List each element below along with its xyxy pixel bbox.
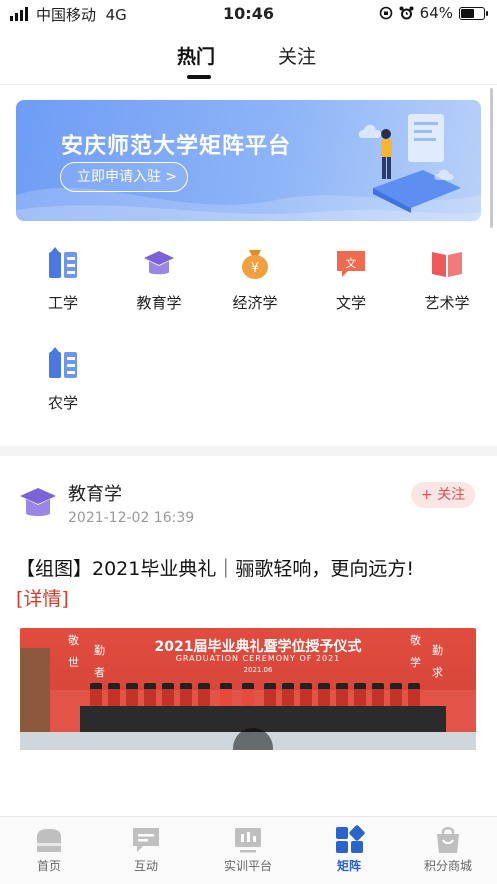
- apply-join-button[interactable]: 立即申请入驻 >: [60, 162, 188, 192]
- image-side-char: 世: [68, 656, 79, 669]
- image-side-char: 勤: [94, 644, 105, 657]
- category-label: 工学: [47, 294, 78, 312]
- category-art[interactable]: 艺术学: [399, 246, 495, 313]
- section-separator: [0, 446, 497, 456]
- home-icon: [37, 829, 61, 852]
- battery-icon: [459, 6, 488, 20]
- post-timestamp: 2021-12-02 16:39: [68, 510, 195, 526]
- promo-banner[interactable]: 安庆师范大学矩阵平台 立即申请入驻 >: [16, 100, 481, 221]
- image-subheading: GRADUATION CEREMONY OF 2021: [175, 654, 341, 663]
- image-side-char: 者: [94, 666, 105, 679]
- category-label: 教育学: [136, 294, 182, 312]
- header-divider: [0, 84, 497, 85]
- nav-label: 首页: [36, 859, 61, 873]
- detail-link[interactable]: [详情]: [16, 584, 69, 614]
- post-author[interactable]: 教育学: [68, 480, 122, 506]
- category-literature[interactable]: 文 文学: [303, 246, 399, 313]
- orientation-lock-icon: [379, 6, 392, 20]
- training-icon: [235, 828, 261, 853]
- image-side-char: 敬: [410, 634, 421, 647]
- category-label: 农学: [47, 394, 78, 412]
- nav-points-mall[interactable]: 积分商城: [403, 825, 493, 874]
- top-tabs: 热门 关注: [0, 40, 497, 82]
- category-education[interactable]: 教育学: [111, 246, 207, 313]
- post-image[interactable]: 2021届毕业典礼暨学位授予仪式 GRADUATION CEREMONY OF …: [20, 628, 476, 750]
- nav-label: 矩阵: [336, 859, 361, 873]
- engineering-icon: [49, 247, 77, 278]
- graduation-cap-icon: [144, 251, 174, 275]
- category-label: 艺术学: [424, 294, 470, 312]
- image-date: 2021.06: [243, 666, 273, 674]
- art-book-icon: [432, 252, 462, 277]
- bottom-nav: 首页 互动 实训平台 矩阵 积分商城: [0, 816, 497, 884]
- category-label: 经济学: [232, 294, 278, 312]
- post-title[interactable]: 【组图】2021毕业典礼｜骊歌轻响，更向远方!: [16, 554, 482, 584]
- chevron-right-icon: >: [165, 169, 177, 185]
- status-bar: 中国移动 4G 10:46 64%: [0, 0, 497, 28]
- image-side-char: 求: [432, 666, 443, 679]
- matrix-icon: [336, 825, 365, 853]
- active-tab-indicator: [187, 75, 211, 79]
- nav-label: 积分商城: [423, 859, 472, 873]
- banner-title: 安庆师范大学矩阵平台: [61, 134, 292, 159]
- nav-interaction[interactable]: 互动: [101, 825, 191, 874]
- image-side-char: 敬: [68, 634, 79, 647]
- image-side-char: 勤: [432, 644, 443, 657]
- image-side-char: 学: [410, 656, 421, 669]
- nav-label: 实训平台: [223, 859, 272, 873]
- nav-home[interactable]: 首页: [4, 825, 94, 874]
- money-bag-icon: ¥: [242, 250, 268, 279]
- nav-label: 互动: [133, 859, 158, 873]
- svg-text:文: 文: [346, 256, 357, 270]
- battery-percent: 64%: [419, 4, 453, 22]
- banner-illustration: [358, 114, 461, 213]
- chat-icon: [133, 828, 159, 852]
- speech-bubble-icon: 文: [337, 251, 365, 277]
- tab-following[interactable]: 关注: [278, 42, 316, 69]
- follow-button[interactable]: + 关注: [411, 482, 475, 508]
- category-agriculture[interactable]: 农学: [15, 346, 111, 413]
- scrollbar[interactable]: [490, 88, 493, 228]
- tab-hot[interactable]: 热门: [177, 42, 215, 69]
- category-label: 文学: [335, 294, 366, 312]
- nav-matrix[interactable]: 矩阵: [304, 825, 394, 874]
- image-heading: 2021届毕业典礼暨学位授予仪式: [154, 639, 362, 655]
- alarm-icon: [399, 6, 414, 19]
- avatar[interactable]: [18, 482, 58, 522]
- shopping-bag-icon: [437, 827, 459, 853]
- svg-text:¥: ¥: [251, 261, 259, 276]
- category-engineering[interactable]: 工学: [15, 246, 111, 313]
- agriculture-icon: [49, 347, 77, 378]
- category-economics[interactable]: ¥ 经济学: [207, 246, 303, 313]
- nav-training[interactable]: 实训平台: [203, 825, 293, 874]
